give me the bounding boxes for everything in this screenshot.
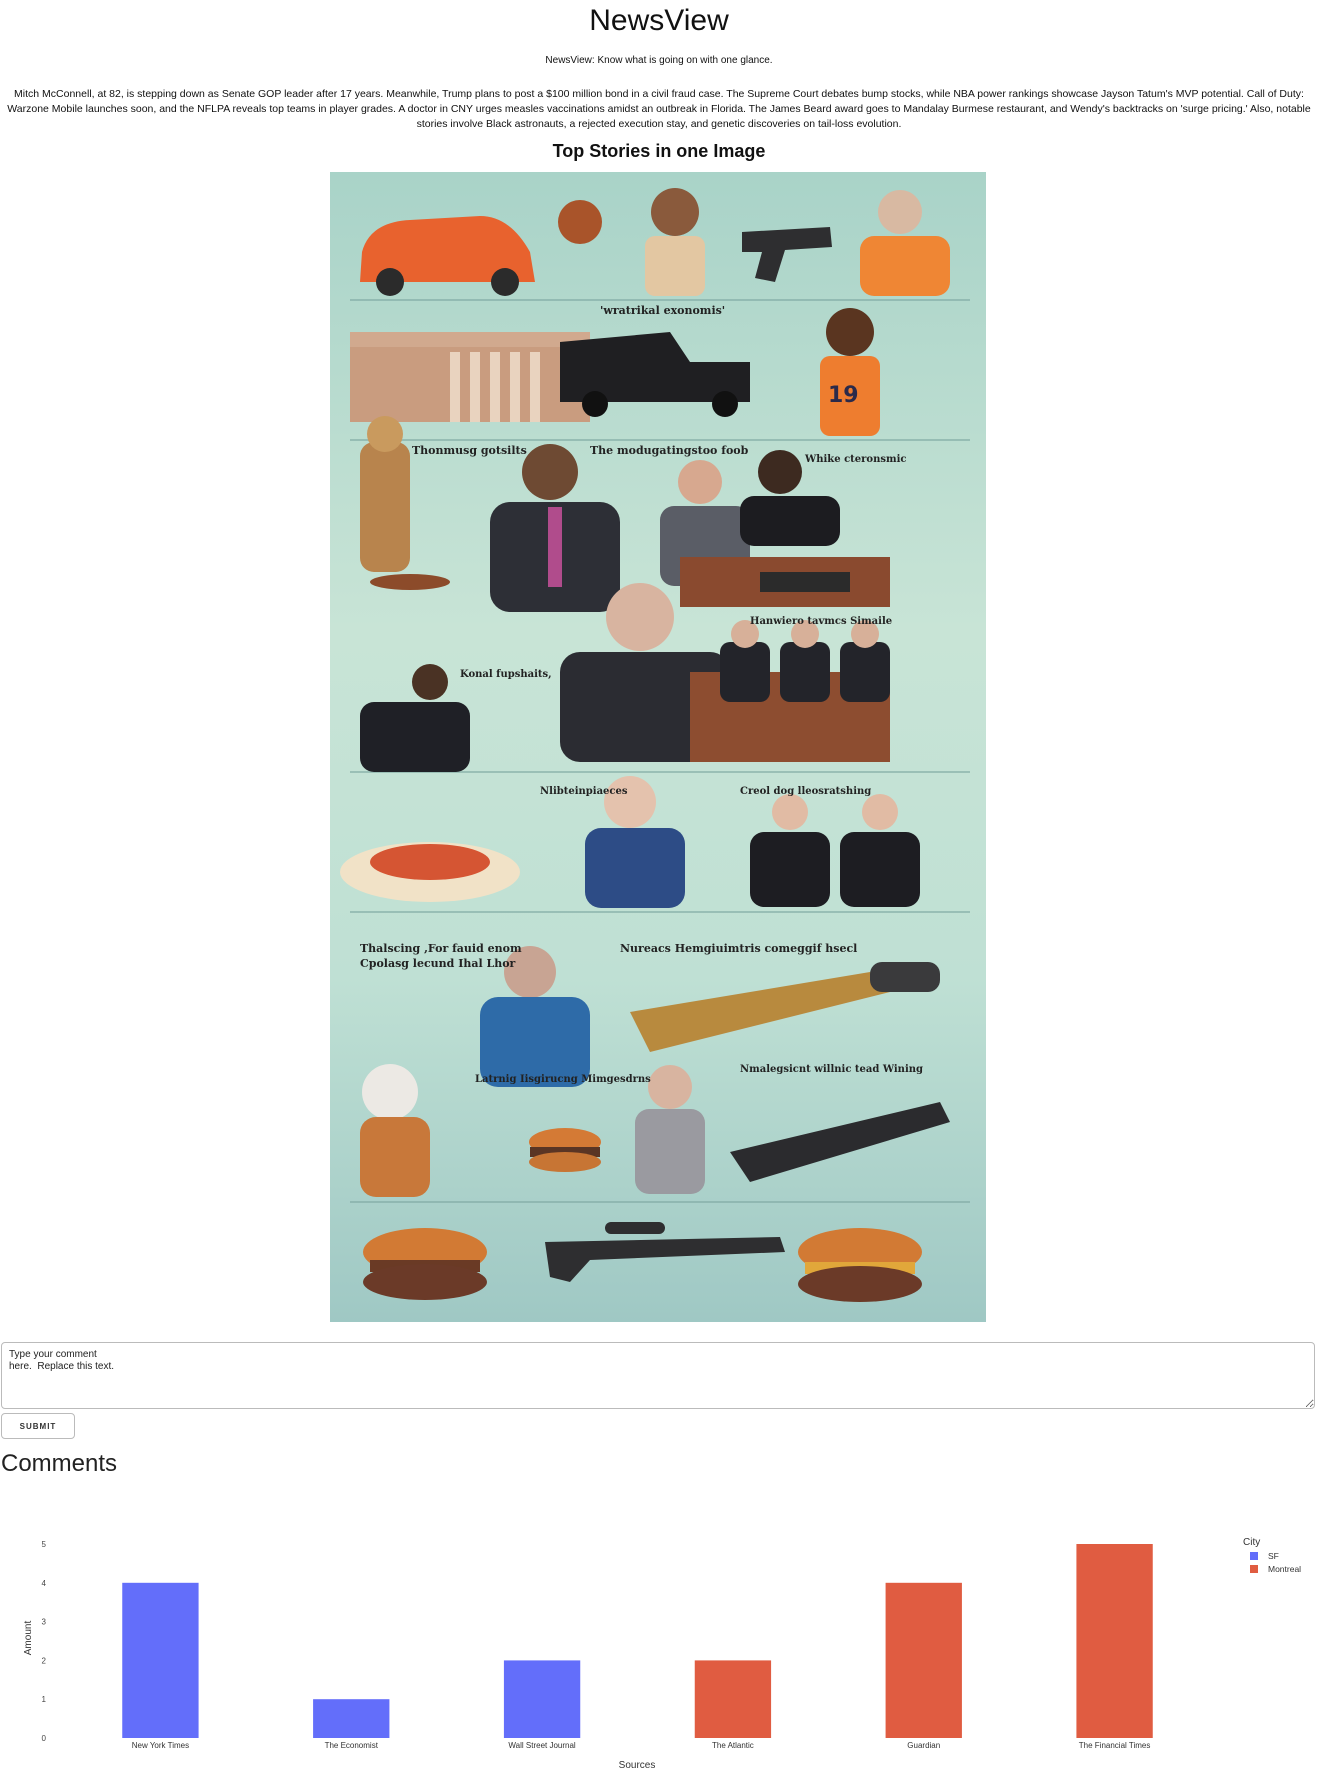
svg-text:Creol dog lleosratshing: Creol dog lleosratshing <box>740 786 871 797</box>
y-tick-label: 5 <box>42 1540 47 1549</box>
y-tick-label: 1 <box>42 1695 47 1704</box>
app-title: NewsView <box>589 4 729 37</box>
svg-text:Thalscing ,For fauid enom: Thalscing ,For fauid enom <box>360 942 522 955</box>
svg-text:Thonmusg gotsilts: Thonmusg gotsilts <box>412 444 527 457</box>
y-tick-label: 0 <box>42 1734 47 1743</box>
y-axis-ticks: 0 1 2 3 4 5 <box>42 1540 47 1743</box>
legend-label-sf: SF <box>1268 1551 1279 1561</box>
bar-sf <box>122 1582 199 1738</box>
x-tick-label: Wall Street Journal <box>508 1741 576 1750</box>
svg-text:'wratrikal exonomis': 'wratrikal exonomis' <box>600 304 725 317</box>
chart-legend: City SF Montreal <box>1243 1537 1301 1574</box>
bar-montreal <box>885 1582 962 1738</box>
news-summary: Mitch McConnell, at 82, is stepping down… <box>7 88 1311 130</box>
svg-text:Whike cteronsmic: Whike cteronsmic <box>804 454 906 465</box>
legend-label-montreal: Montreal <box>1268 1564 1301 1574</box>
svg-text:The modugatingstoo foob: The modugatingstoo foob <box>590 444 749 457</box>
x-tick-label: The Economist <box>325 1741 379 1750</box>
bar-montreal <box>1076 1544 1153 1738</box>
x-axis-ticks: New York Times The Economist Wall Street J… <box>132 1741 1151 1750</box>
comment-input[interactable]: Type your comment here. Replace this tex… <box>1 1342 1315 1409</box>
y-tick-label: 3 <box>42 1618 47 1627</box>
bar-montreal <box>694 1660 772 1738</box>
x-tick-label: The Financial Times <box>1079 1741 1151 1750</box>
svg-text:Nureacs Hemgiuimtris comeggif: Nureacs Hemgiuimtris comeggif hsecl <box>620 942 857 955</box>
x-tick-label: Guardian <box>907 1741 940 1750</box>
svg-text:19: 19 <box>828 383 859 408</box>
bar-sf <box>313 1699 390 1738</box>
x-tick-label: New York Times <box>132 1741 189 1750</box>
bar-sf <box>503 1660 581 1738</box>
svg-text:Latrnig Iisgirucng Mimgesdrns: Latrnig Iisgirucng Mimgesdrns <box>475 1074 651 1085</box>
x-tick-label: The Atlantic <box>712 1741 754 1750</box>
submit-button[interactable]: Submit <box>1 1413 75 1439</box>
tagline: NewsView: Know what is going on with one… <box>545 55 773 66</box>
x-axis-label: Sources <box>619 1760 656 1771</box>
svg-text:Cpolasg lecund Ihal Lhor: Cpolasg lecund Ihal Lhor <box>360 957 516 970</box>
legend-title: City <box>1243 1537 1260 1548</box>
top-stories-heading: Top Stories in one Image <box>552 141 766 161</box>
top-stories-image: 'wratrikal exonomis' 19 Thonmusg gotsilt… <box>330 172 986 1322</box>
y-axis-label: Amount <box>23 1621 34 1656</box>
comments-heading: Comments <box>1 1450 118 1477</box>
legend-swatch-sf <box>1250 1552 1258 1560</box>
comments-bar-chart: 0 1 2 3 4 5 New York Times The Economist Wall S… <box>23 1537 1301 1771</box>
svg-text:Nmalegsicnt willnic tead Winin: Nmalegsicnt willnic tead Wining <box>740 1064 923 1075</box>
svg-text:Nlibteinpiaeces: Nlibteinpiaeces <box>540 786 628 797</box>
svg-text:Konal fupshaits,: Konal fupshaits, <box>460 669 552 680</box>
y-tick-label: 4 <box>42 1579 47 1588</box>
legend-swatch-montreal <box>1250 1565 1258 1573</box>
chart-bars <box>122 1544 1153 1738</box>
y-tick-label: 2 <box>42 1656 47 1665</box>
svg-text:Hanwiero tavmcs Simaile: Hanwiero tavmcs Simaile <box>750 616 892 627</box>
